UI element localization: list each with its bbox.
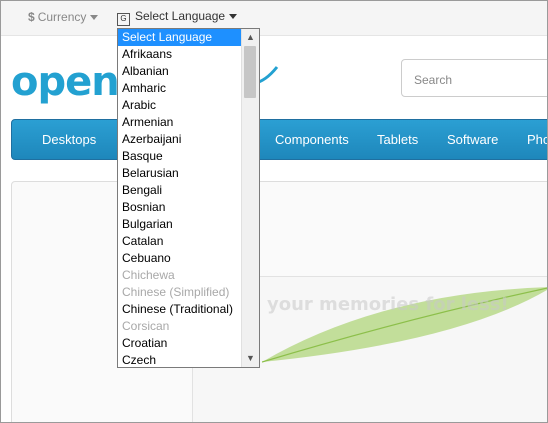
scroll-down-icon[interactable]: ▼ [242, 350, 259, 367]
currency-label: Currency [37, 10, 87, 24]
nav-item-tablets[interactable]: Tablets [377, 132, 418, 147]
language-option[interactable]: Arabic [118, 97, 242, 114]
language-dropdown[interactable]: G Select Language [117, 9, 238, 26]
watermark-text: your memories for less! [267, 294, 509, 315]
language-option[interactable]: Czech [118, 352, 242, 367]
options-container: Select Language Afrikaans Albanian Amharic A… [118, 29, 242, 367]
slideshow-banner[interactable]: ph your memories for less! [11, 181, 547, 422]
search-input[interactable] [412, 72, 536, 88]
language-option[interactable]: Croatian [118, 335, 242, 352]
caret-down-icon [90, 15, 99, 21]
language-option[interactable]: Bengali [118, 182, 242, 199]
nav-item-components[interactable]: Components [275, 132, 349, 147]
caret-down-icon [229, 14, 238, 20]
language-option[interactable]: Afrikaans [118, 46, 242, 63]
nav-item-software[interactable]: Software [447, 132, 498, 147]
main-nav: Desktops Components Tablets Software Pho [11, 119, 547, 160]
top-bar: $ Currency G Select Language [1, 1, 547, 36]
currency-symbol: $ [28, 10, 35, 24]
language-option[interactable]: Chichewa [118, 267, 242, 284]
language-option[interactable]: Belarusian [118, 165, 242, 182]
language-option[interactable]: Select Language [118, 29, 242, 46]
nav-item-desktops[interactable]: Desktops [42, 132, 96, 147]
browser-viewport: $Currency G Select Language open Desktops… [0, 0, 548, 423]
language-option[interactable]: Azerbaijani [118, 131, 242, 148]
translate-icon: G [117, 13, 130, 26]
store-logo[interactable]: open [11, 59, 120, 105]
language-option[interactable]: Chinese (Traditional) [118, 301, 242, 318]
scroll-thumb[interactable] [244, 46, 256, 98]
language-option[interactable]: Catalan [118, 233, 242, 250]
language-option[interactable]: Cebuano [118, 250, 242, 267]
language-option[interactable]: Armenian [118, 114, 242, 131]
scroll-up-icon[interactable]: ▲ [242, 29, 259, 46]
language-option[interactable]: Albanian [118, 63, 242, 80]
scrollbar[interactable]: ▲ ▼ [241, 29, 259, 367]
language-option[interactable]: Chinese (Simplified) [118, 284, 242, 301]
language-option[interactable]: Basque [118, 148, 242, 165]
language-option[interactable]: Bulgarian [118, 216, 242, 233]
language-option[interactable]: Corsican [118, 318, 242, 335]
language-option[interactable]: Bosnian [118, 199, 242, 216]
language-option[interactable]: Amharic [118, 80, 242, 97]
nav-item-phones[interactable]: Pho [527, 132, 547, 147]
currency-dropdown[interactable]: $ Currency [28, 10, 99, 24]
language-label: Select Language [135, 9, 226, 23]
language-options-list[interactable]: Select Language Afrikaans Albanian Amharic A… [117, 28, 260, 368]
logo-text: open [11, 59, 120, 105]
search-box [401, 59, 547, 97]
